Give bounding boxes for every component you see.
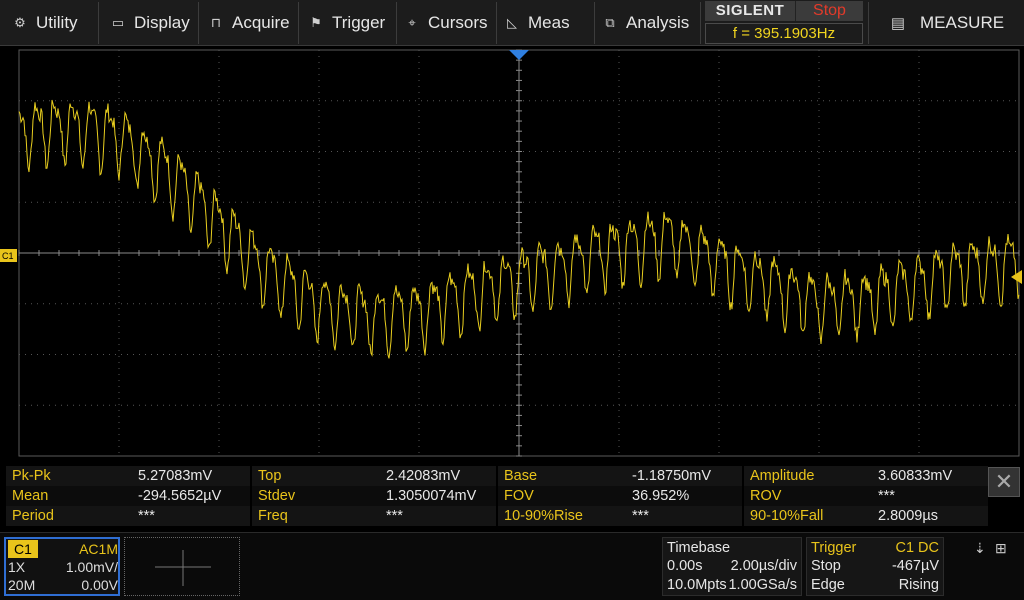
frequency-readout: f = 395.1903Hz [705, 23, 863, 44]
measure-button-label: MEASURE [920, 13, 1005, 32]
menu-analysis[interactable]: ⧉ Analysis [600, 0, 689, 46]
channel-name: C1 [8, 540, 38, 558]
menu-display[interactable]: ▭ Display [108, 0, 190, 46]
measurement-label: 90-10%Fall [750, 508, 824, 524]
trigger-state: Stop [811, 558, 841, 574]
measurement-row: Pk-Pk 5.27083mV Top 2.42083mV Base -1.18750mV… [6, 466, 988, 486]
flag-icon: ⚑ [310, 15, 322, 30]
measurement-label: ROV [750, 488, 782, 504]
analysis-icon: ⧉ [605, 15, 615, 30]
menu-acquire[interactable]: ⊓ Acquire [206, 0, 290, 46]
run-state[interactable]: Stop [795, 1, 863, 21]
timebase-scale: 2.00µs/div [730, 558, 797, 574]
menu-meas[interactable]: ◺ Meas [502, 0, 570, 46]
meas-ramp-icon: ◺ [507, 15, 517, 30]
channel-bandwidth: 20M [8, 577, 36, 593]
timebase-delay: 0.00s [667, 558, 703, 574]
waveform-display[interactable]: C1 [0, 46, 1024, 462]
channel-1-marker[interactable]: C1 [0, 249, 17, 262]
measurement-value: 36.952% [632, 488, 690, 504]
menu-trigger[interactable]: ⚑ Trigger [306, 0, 385, 46]
menu-bar: ⚙ Utility ▭ Display ⊓ Acquire ⚑ Trigger ⌖ Cur… [0, 0, 1024, 46]
trigger-position-marker[interactable] [509, 50, 529, 60]
measurement-label: Period [12, 508, 54, 524]
menu-display-label: Display [134, 13, 190, 32]
measurement-value: *** [878, 488, 895, 504]
menu-meas-label: Meas [528, 13, 570, 32]
measurement-value: *** [138, 508, 155, 524]
brand-logo: SIGLENT [705, 1, 795, 21]
menu-utility[interactable]: ⚙ Utility [10, 0, 78, 46]
measurement-label: Top [258, 468, 282, 484]
sample-rate: 1.00GSa/s [728, 577, 797, 593]
measurement-value: 3.60833mV [878, 468, 953, 484]
gear-icon: ⚙ [14, 15, 26, 30]
measurement-value: 2.8009µs [878, 508, 938, 524]
measurement-row: Period *** Freq *** 10-90%Rise *** 90-10%Fall 2… [6, 506, 988, 526]
measure-list-icon: ▤ [890, 15, 906, 32]
trigger-level-marker[interactable] [1011, 270, 1022, 284]
trigger-level: -467µV [891, 558, 939, 574]
svg-text:C1: C1 [2, 251, 14, 261]
graticule [18, 49, 1020, 457]
measurement-label: FOV [504, 488, 534, 504]
measurement-value: *** [632, 508, 649, 524]
crosshair-icon: ⌖ [408, 15, 416, 30]
channel-coupling: AC1M [79, 541, 118, 557]
menu-utility-label: Utility [36, 13, 78, 32]
measurement-label: Freq [258, 508, 288, 524]
timebase-panel[interactable]: Timebase 0.00s 2.00µs/div 10.0Mpts 1.00G… [662, 537, 802, 596]
trigger-slope: Rising [898, 577, 939, 593]
menu-cursors-label: Cursors [428, 13, 488, 32]
measurement-value: 2.42083mV [386, 468, 461, 484]
trigger-source: C1 DC [895, 540, 939, 556]
usb-icon: ⇣ [974, 540, 986, 556]
monitor-icon: ▭ [111, 15, 125, 30]
menu-trigger-label: Trigger [332, 13, 386, 32]
close-icon[interactable]: ✕ [988, 467, 1020, 497]
measure-button[interactable]: ▤ MEASURE [880, 0, 1024, 46]
measurement-row: Mean -294.5652µV Stdev 1.3050074mV FOV 36.952… [6, 486, 988, 506]
status-panel: SIGLENT Stop f = 395.1903Hz [705, 0, 863, 46]
memory-depth: 10.0Mpts [667, 577, 727, 593]
menu-cursors[interactable]: ⌖ Cursors [402, 0, 488, 46]
measurement-value: *** [386, 508, 403, 524]
measurement-value: 5.27083mV [138, 468, 213, 484]
timebase-title: Timebase [667, 540, 731, 556]
trigger-title: Trigger [811, 540, 857, 556]
network-icon: ⊞ [995, 540, 1007, 556]
add-channel-slot[interactable] [124, 537, 240, 596]
menu-analysis-label: Analysis [626, 13, 690, 32]
channel-offset: 0.00V [81, 577, 118, 593]
measurement-label: Base [504, 468, 538, 484]
measurement-label: 10-90%Rise [504, 508, 583, 524]
measurement-value: 1.3050074mV [386, 488, 477, 504]
channel-scale: 1.00mV/ [65, 559, 118, 575]
plus-icon [155, 550, 211, 586]
trigger-type: Edge [811, 577, 845, 593]
measurement-panel: Pk-Pk 5.27083mV Top 2.42083mV Base -1.18750mV… [6, 466, 988, 528]
channel-1-settings[interactable]: C1 AC1M 1X 1.00mV/ 20M 0.00V [4, 537, 120, 596]
measurement-label: Mean [12, 488, 49, 504]
menu-acquire-label: Acquire [232, 13, 290, 32]
measurement-label: Stdev [258, 488, 296, 504]
measurement-value: -1.18750mV [632, 468, 711, 484]
measurement-label: Amplitude [750, 468, 815, 484]
acquire-wave-icon: ⊓ [210, 15, 222, 30]
measurement-label: Pk-Pk [12, 468, 51, 484]
measurement-value: -294.5652µV [138, 488, 222, 504]
trigger-panel[interactable]: Trigger C1 DC Stop -467µV Edge Rising [806, 537, 944, 596]
channel-probe: 1X [8, 559, 26, 575]
